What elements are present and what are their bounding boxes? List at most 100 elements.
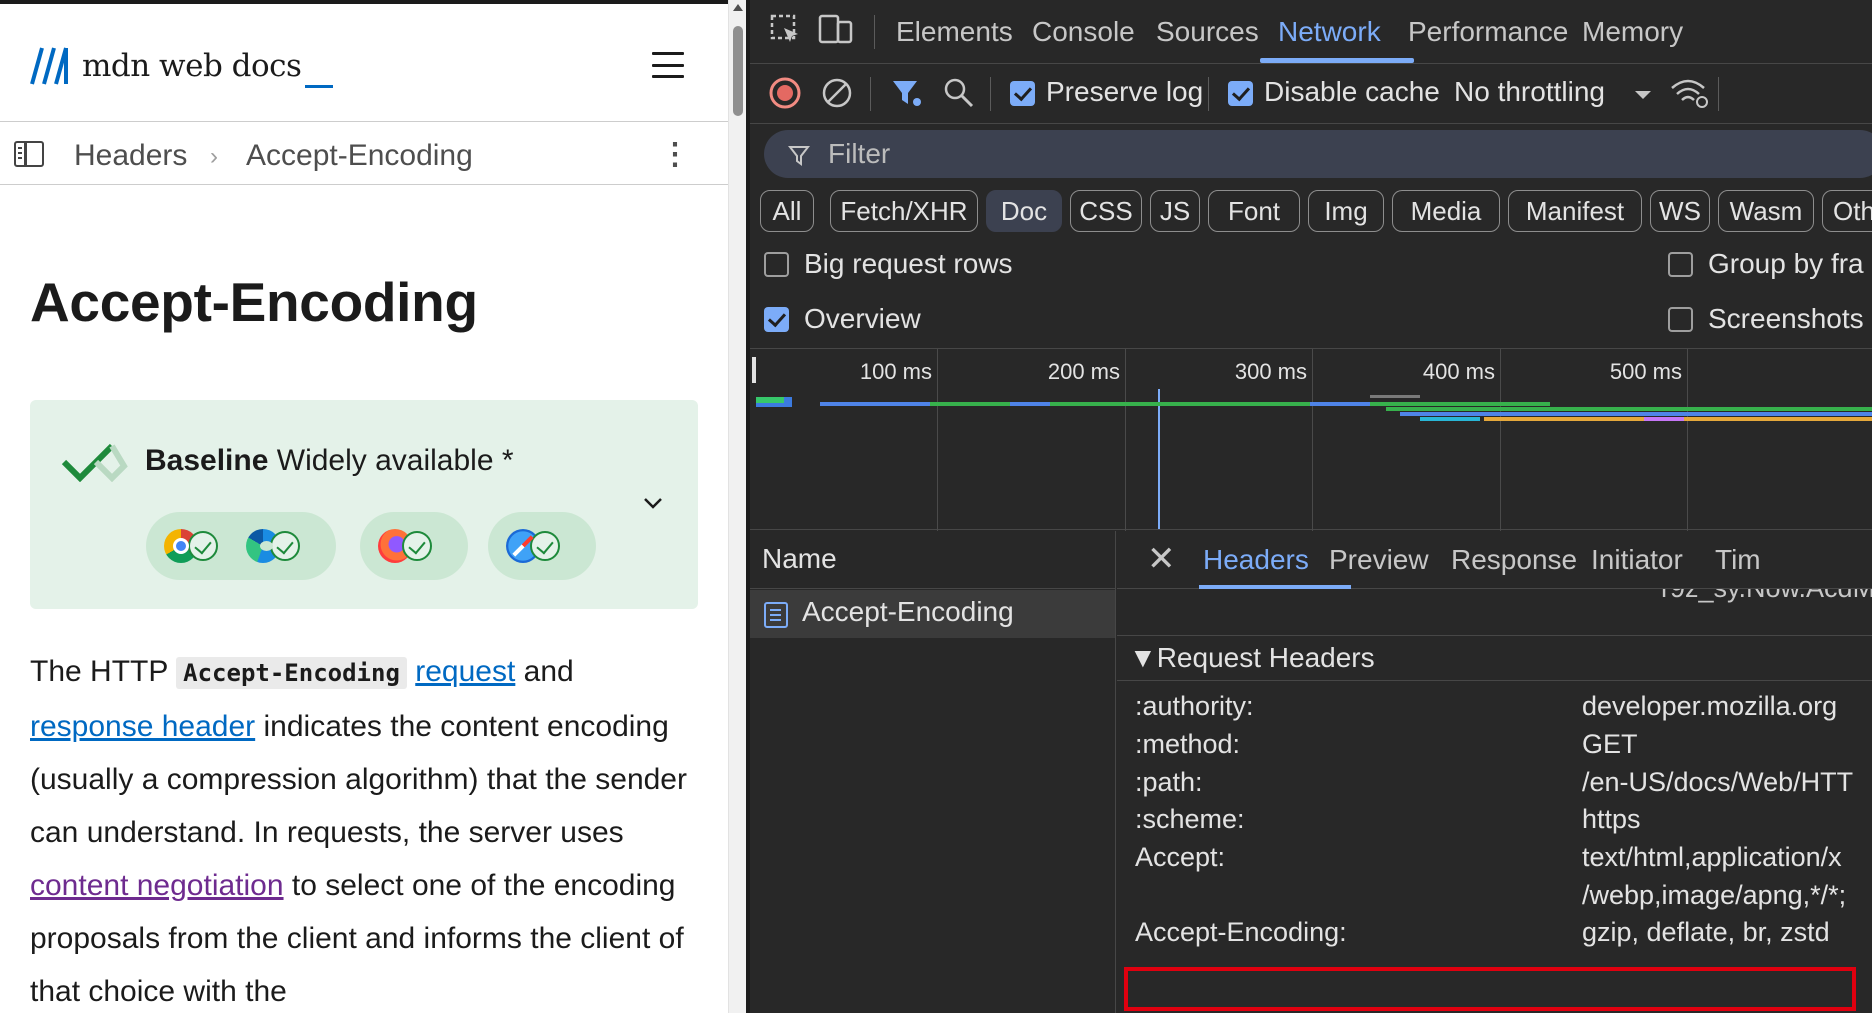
filter-funnel-icon[interactable] [890, 76, 924, 110]
disable-cache-label: Disable cache [1264, 76, 1440, 107]
baseline-banner[interactable]: Baseline Widely available * [30, 400, 698, 609]
request-detail-panel: ✕ Headers Preview Response Initiator Tim… [1117, 531, 1872, 1013]
screenshots-label: Screenshots [1708, 303, 1864, 334]
breadcrumb-headers[interactable]: Headers [74, 139, 187, 173]
header-row[interactable]: :authority: developer.mozilla.org [1117, 691, 1872, 729]
tab-sources[interactable]: Sources [1156, 16, 1259, 48]
tab-network[interactable]: Network [1278, 16, 1381, 48]
edge-icon [246, 529, 300, 563]
preserve-log-label: Preserve log [1046, 76, 1204, 107]
filter-wasm[interactable]: Wasm [1718, 190, 1814, 232]
content-negotiation-link[interactable]: content negotiation [30, 869, 284, 902]
baseline-status: Baseline Widely available * [145, 444, 514, 478]
overview-checkbox[interactable] [764, 307, 789, 332]
request-row[interactable]: Accept-Encoding [750, 590, 1115, 638]
firefox-icon [378, 529, 432, 563]
more-options-icon[interactable]: ⋮ [660, 137, 690, 172]
header-row-accept-encoding[interactable]: Accept-Encoding: gzip, deflate, br, zstd [1117, 917, 1872, 955]
devtools-tabbar: Elements Console Sources Network Perform… [750, 0, 1872, 64]
tab-performance[interactable]: Performance [1408, 16, 1568, 48]
tick-500ms: 500 ms [1609, 359, 1682, 384]
header-value: gzip, deflate, br, zstd [1582, 917, 1830, 947]
baseline-check-icon [61, 443, 128, 482]
filter-fetch-xhr[interactable]: Fetch/XHR [830, 190, 978, 232]
scroll-up-icon[interactable] [733, 4, 743, 11]
screenshots-checkbox[interactable] [1668, 307, 1693, 332]
timeline-handle[interactable] [752, 357, 756, 383]
filter-other[interactable]: Oth [1822, 190, 1872, 232]
clear-icon[interactable] [820, 76, 854, 110]
preserve-log-checkbox[interactable] [1010, 81, 1035, 106]
device-toolbar-icon[interactable] [818, 14, 854, 46]
section-title: ▼Request Headers [1129, 642, 1375, 673]
request-headers-section[interactable]: ▼Request Headers [1117, 635, 1872, 681]
header-row[interactable]: :path: /en-US/docs/Web/HTT [1117, 767, 1872, 805]
throttling-dropdown-icon[interactable] [1634, 90, 1652, 100]
filter-font[interactable]: Font [1208, 190, 1300, 232]
mdn-page: mdn web docs Headers › Accept-Encoding ⋮… [0, 0, 746, 1013]
filter-media[interactable]: Media [1392, 190, 1500, 232]
tab-console[interactable]: Console [1032, 16, 1135, 48]
header-row[interactable]: :method: GET [1117, 729, 1872, 767]
filter-doc[interactable]: Doc [986, 190, 1062, 232]
mdn-logo[interactable]: mdn web docs [30, 46, 334, 88]
tab-elements[interactable]: Elements [896, 16, 1013, 48]
record-stop-icon[interactable] [768, 76, 802, 110]
header-key: :scheme: [1135, 804, 1245, 834]
detail-tab-preview[interactable]: Preview [1329, 544, 1429, 576]
header-key: :path: [1135, 767, 1203, 797]
filter-ws[interactable]: WS [1650, 190, 1710, 232]
sidebar-toggle-icon[interactable] [14, 141, 44, 167]
baseline-availability: Widely available * [276, 444, 514, 477]
network-overview-timeline[interactable]: 100 ms 200 ms 300 ms 400 ms 500 ms [750, 348, 1872, 531]
header-row[interactable]: /webp,image/apng,*/*; [1117, 880, 1872, 918]
filter-input[interactable]: Filter [764, 130, 1872, 178]
search-icon[interactable] [942, 76, 976, 110]
detail-tab-initiator[interactable]: Initiator [1591, 544, 1683, 576]
name-column-header[interactable]: Name [750, 531, 1115, 589]
filter-css[interactable]: CSS [1070, 190, 1142, 232]
detail-tabbar: ✕ Headers Preview Response Initiator Tim [1117, 531, 1872, 589]
baseline-label: Baseline [145, 444, 269, 477]
resource-type-filters: All Fetch/XHR Doc CSS JS Font Img Media … [750, 190, 1872, 234]
request-list: Name Accept-Encoding [750, 531, 1116, 1013]
filter-img[interactable]: Img [1308, 190, 1384, 232]
detail-tab-headers[interactable]: Headers [1203, 544, 1309, 576]
chrome-icon [164, 529, 218, 563]
inspect-element-icon[interactable] [770, 14, 802, 46]
response-header-link[interactable]: response header [30, 710, 255, 743]
header-value: text/html,application/x [1582, 842, 1842, 872]
filter-js[interactable]: JS [1150, 190, 1200, 232]
group-by-frame-label: Group by fra [1708, 248, 1864, 279]
request-link[interactable]: request [415, 655, 515, 688]
big-request-rows-checkbox[interactable] [764, 252, 789, 277]
header-row[interactable]: :scheme: https [1117, 804, 1872, 842]
tick-400ms: 400 ms [1422, 359, 1495, 384]
group-by-frame-checkbox[interactable] [1668, 252, 1693, 277]
chevron-down-icon[interactable] [642, 496, 664, 510]
inline-code: Accept-Encoding [176, 657, 407, 689]
page-scrollbar[interactable] [728, 0, 746, 1013]
network-conditions-icon[interactable] [1670, 78, 1710, 108]
filter-manifest[interactable]: Manifest [1508, 190, 1642, 232]
scrollbar-thumb[interactable] [733, 26, 743, 116]
tick-300ms: 300 ms [1234, 359, 1307, 384]
close-icon[interactable]: ✕ [1147, 539, 1176, 579]
tick-200ms: 200 ms [1047, 359, 1120, 384]
header-row[interactable]: Accept: text/html,application/x [1117, 842, 1872, 880]
network-toolbar: Preserve log Disable cache No throttling [750, 64, 1872, 124]
throttling-select[interactable]: No throttling [1454, 76, 1605, 108]
breadcrumb: Headers › Accept-Encoding ⋮ [0, 123, 728, 185]
header-value: https [1582, 804, 1641, 834]
menu-icon[interactable] [652, 52, 684, 78]
detail-tab-timing[interactable]: Tim [1715, 544, 1761, 576]
intro-paragraph: The HTTP Accept-Encoding request and res… [30, 655, 687, 1008]
disable-cache-checkbox[interactable] [1228, 81, 1253, 106]
tab-memory[interactable]: Memory [1582, 16, 1683, 48]
breadcrumb-current[interactable]: Accept-Encoding [246, 139, 473, 173]
browser-support-firefox [360, 512, 468, 580]
filter-all[interactable]: All [760, 190, 814, 232]
detail-tab-response[interactable]: Response [1451, 544, 1577, 576]
mdn-m-icon [30, 47, 68, 85]
browser-support-chrome-edge [146, 512, 336, 580]
